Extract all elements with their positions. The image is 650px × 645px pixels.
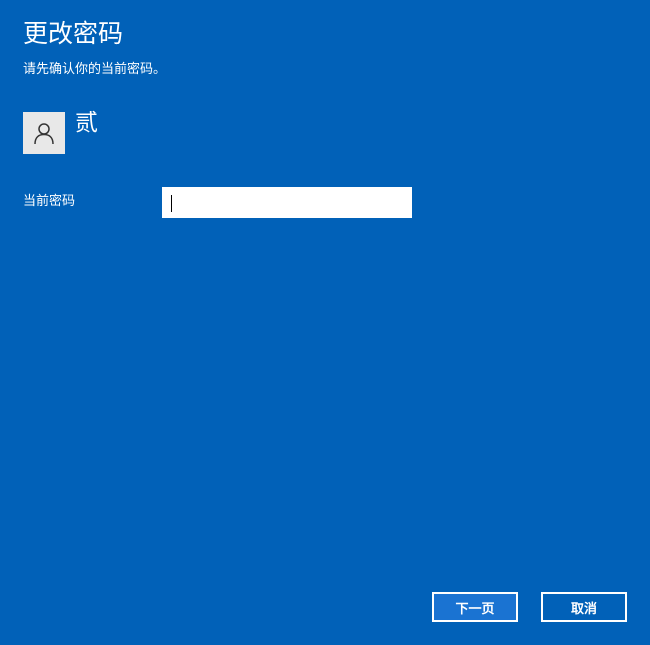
text-caret xyxy=(171,195,172,212)
user-person-icon xyxy=(34,123,54,145)
cancel-button[interactable]: 取消 xyxy=(541,592,627,622)
next-button[interactable]: 下一页 xyxy=(432,592,518,622)
current-password-input[interactable] xyxy=(162,187,412,218)
avatar xyxy=(23,112,65,154)
current-password-label: 当前密码 xyxy=(23,194,76,209)
user-name: 贰 xyxy=(75,110,98,136)
page-title: 更改密码 xyxy=(23,19,124,48)
page-subtitle: 请先确认你的当前密码。 xyxy=(23,62,167,77)
